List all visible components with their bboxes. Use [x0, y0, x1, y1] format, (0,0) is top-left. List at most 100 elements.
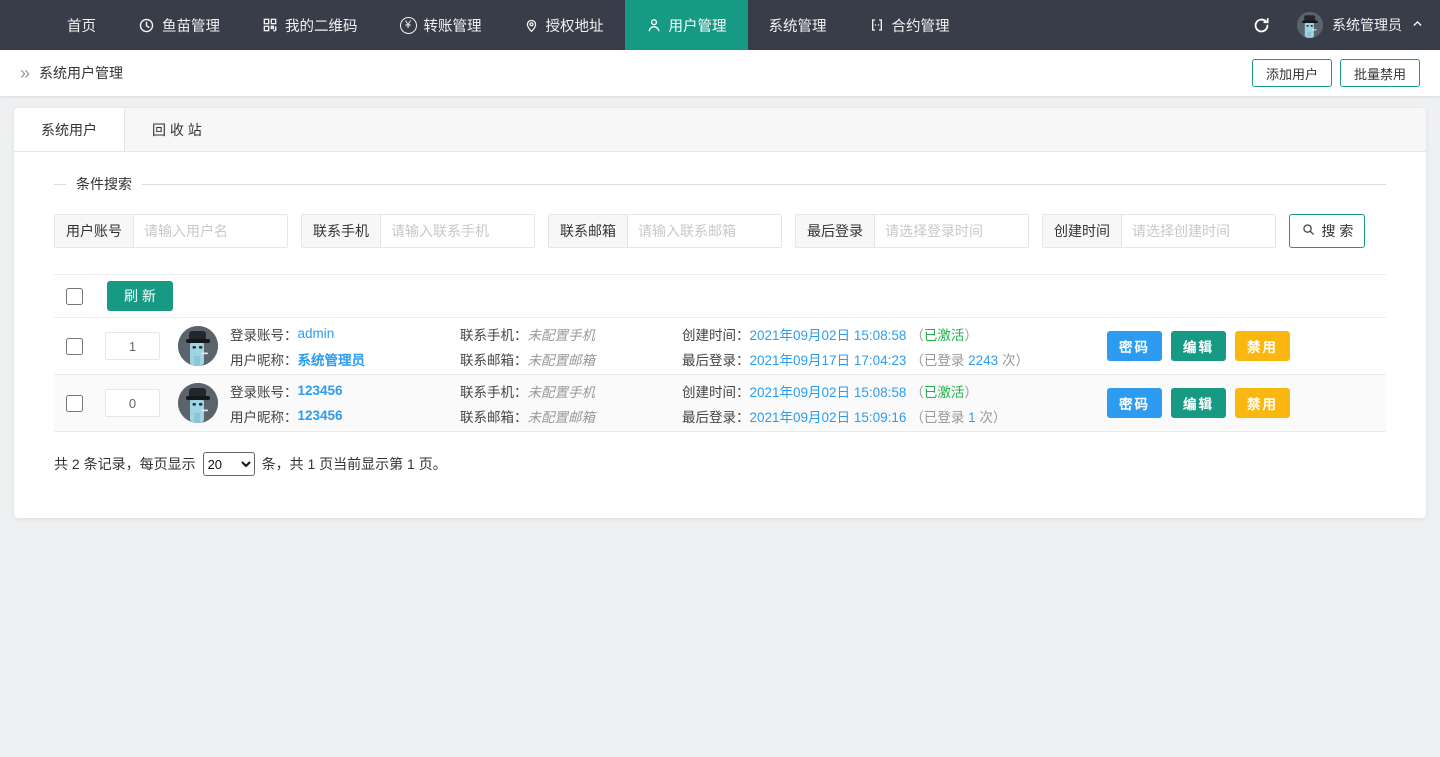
account-label: 登录账号：	[230, 381, 298, 401]
user-avatar	[178, 383, 218, 423]
nickname-link[interactable]: 系统管理员	[298, 349, 366, 369]
nav-item-my-qrcode[interactable]: 我的二维码	[241, 0, 379, 50]
search-button[interactable]: 搜 索	[1289, 214, 1365, 248]
chevron-up-icon	[1411, 17, 1424, 33]
field-user-account: 用户账号	[54, 214, 288, 248]
disable-button[interactable]: 禁用	[1235, 331, 1290, 361]
nav-item-fry-management[interactable]: 鱼苗管理	[117, 0, 241, 50]
refresh-list-button[interactable]: 刷 新	[107, 281, 173, 311]
row-actions: 密码 编辑 禁用	[1107, 331, 1290, 361]
main-card: 系统用户 回 收 站 条件搜索 用户账号 联系手机 联系邮箱 最	[14, 108, 1426, 518]
select-all-checkbox[interactable]	[66, 288, 83, 305]
search-icon	[1301, 222, 1316, 240]
page-actions: 添加用户 批量禁用	[1252, 59, 1420, 87]
nav-item-label: 我的二维码	[285, 15, 358, 36]
last-login-value: 2021年09月17日 17:04:23	[750, 349, 907, 369]
last-login-value: 2021年09月02日 15:09:16	[750, 406, 907, 426]
created-time-input[interactable]	[1122, 215, 1275, 247]
location-pin-icon	[524, 17, 539, 34]
phone-label: 联系手机：	[460, 324, 528, 344]
edit-button[interactable]: 编辑	[1171, 388, 1226, 418]
page-title: 系统用户管理	[39, 63, 123, 83]
nav-item-label: 合约管理	[892, 15, 950, 36]
batch-disable-button[interactable]: 批量禁用	[1340, 59, 1420, 87]
search-row: 用户账号 联系手机 联系邮箱 最后登录 创建时间	[54, 214, 1386, 248]
contact-phone-input[interactable]	[381, 215, 534, 247]
nav-item-label: 用户管理	[669, 15, 727, 36]
list-toolbar: 刷 新	[54, 275, 1386, 318]
created-value: 2021年09月02日 15:08:58	[750, 324, 907, 344]
nav-right: 系统管理员	[1252, 0, 1440, 50]
search-fieldset: 条件搜索 用户账号 联系手机 联系邮箱 最后登录	[54, 174, 1386, 248]
search-area: 条件搜索 用户账号 联系手机 联系邮箱 最后登录	[54, 174, 1386, 248]
tab-bar: 系统用户 回 收 站	[14, 108, 1426, 152]
contact-email-input[interactable]	[628, 215, 781, 247]
page-size-select[interactable]: 20	[203, 452, 255, 476]
phone-label: 联系手机：	[460, 381, 528, 401]
nickname-link[interactable]: 123456	[298, 408, 343, 423]
search-legend: 条件搜索	[66, 174, 142, 194]
time-column: 创建时间： 2021年09月02日 15:08:58 （已激活） 最后登录： 2…	[682, 324, 1107, 369]
edit-button[interactable]: 编辑	[1171, 331, 1226, 361]
nav-item-label: 首页	[67, 15, 96, 36]
phone-value: 未配置手机	[528, 324, 596, 344]
email-label: 联系邮箱：	[460, 349, 528, 369]
field-label: 创建时间	[1043, 215, 1122, 247]
user-account-input[interactable]	[134, 215, 287, 247]
sort-order-input[interactable]	[105, 389, 160, 417]
search-button-label: 搜 索	[1322, 221, 1354, 241]
identity-column: 登录账号： admin 用户昵称： 系统管理员	[230, 324, 448, 369]
refresh-icon[interactable]	[1252, 16, 1271, 35]
nav-item-system-management[interactable]: 系统管理	[748, 0, 848, 50]
sort-order-input[interactable]	[105, 332, 160, 360]
nickname-label: 用户昵称：	[230, 349, 298, 369]
nav-item-user-management[interactable]: 用户管理	[625, 0, 748, 50]
user-avatar	[178, 326, 218, 366]
add-user-button[interactable]: 添加用户	[1252, 59, 1332, 87]
clock-icon	[138, 17, 155, 34]
login-count-badge: （已登录 2243 次）	[910, 349, 1029, 369]
field-created-time: 创建时间	[1042, 214, 1276, 248]
nav-item-authorized-address[interactable]: 授权地址	[503, 0, 625, 50]
pagination-suffix: 条，共 1 页当前显示第 1 页。	[262, 454, 447, 474]
last-login-label: 最后登录：	[682, 349, 750, 369]
user-list: 刷 新 登录账号： admin 用户昵称： 系统管理员 联系手	[54, 274, 1386, 432]
contact-column: 联系手机： 未配置手机 联系邮箱： 未配置邮箱	[460, 324, 670, 369]
top-nav: 首页 鱼苗管理 我的二维码 ¥ 转账管理 授权地址 用户管理 系统管理 合约管理	[0, 0, 1440, 50]
nav-item-home[interactable]: 首页	[46, 0, 117, 50]
row-checkbox[interactable]	[66, 338, 83, 355]
login-count-badge: （已登录 1 次）	[910, 406, 1006, 426]
nav-item-contract-management[interactable]: 合约管理	[848, 0, 971, 50]
user-menu[interactable]: 系统管理员	[1297, 12, 1424, 38]
contract-icon	[869, 17, 885, 33]
created-label: 创建时间：	[682, 324, 750, 344]
last-login-time-input[interactable]	[875, 215, 1028, 247]
created-label: 创建时间：	[682, 381, 750, 401]
nav-item-label: 系统管理	[769, 15, 827, 36]
breadcrumb-bar: » 系统用户管理 添加用户 批量禁用	[0, 50, 1440, 96]
nav-spacer	[971, 0, 1253, 50]
field-label: 联系手机	[302, 215, 381, 247]
tab-recycle-bin[interactable]: 回 收 站	[125, 108, 229, 151]
current-username: 系统管理员	[1332, 15, 1402, 35]
qrcode-icon	[262, 17, 278, 33]
email-value: 未配置邮箱	[528, 349, 596, 369]
password-button[interactable]: 密码	[1107, 388, 1162, 418]
field-contact-email: 联系邮箱	[548, 214, 782, 248]
password-button[interactable]: 密码	[1107, 331, 1162, 361]
row-checkbox[interactable]	[66, 395, 83, 412]
yen-circle-icon: ¥	[400, 17, 417, 34]
account-link[interactable]: 123456	[298, 383, 343, 398]
pagination-prefix: 共 2 条记录，每页显示	[54, 454, 196, 474]
last-login-label: 最后登录：	[682, 406, 750, 426]
user-row-admin: 登录账号： admin 用户昵称： 系统管理员 联系手机： 未配置手机 联系邮箱…	[54, 318, 1386, 375]
tab-system-users[interactable]: 系统用户	[14, 108, 125, 151]
nav-item-transfer-management[interactable]: ¥ 转账管理	[379, 0, 503, 50]
nickname-label: 用户昵称：	[230, 406, 298, 426]
account-label: 登录账号：	[230, 324, 298, 344]
phone-value: 未配置手机	[528, 381, 596, 401]
field-label: 联系邮箱	[549, 215, 628, 247]
user-row-123456: 登录账号： 123456 用户昵称： 123456 联系手机： 未配置手机 联系…	[54, 375, 1386, 432]
disable-button[interactable]: 禁用	[1235, 388, 1290, 418]
account-link[interactable]: admin	[298, 326, 335, 341]
